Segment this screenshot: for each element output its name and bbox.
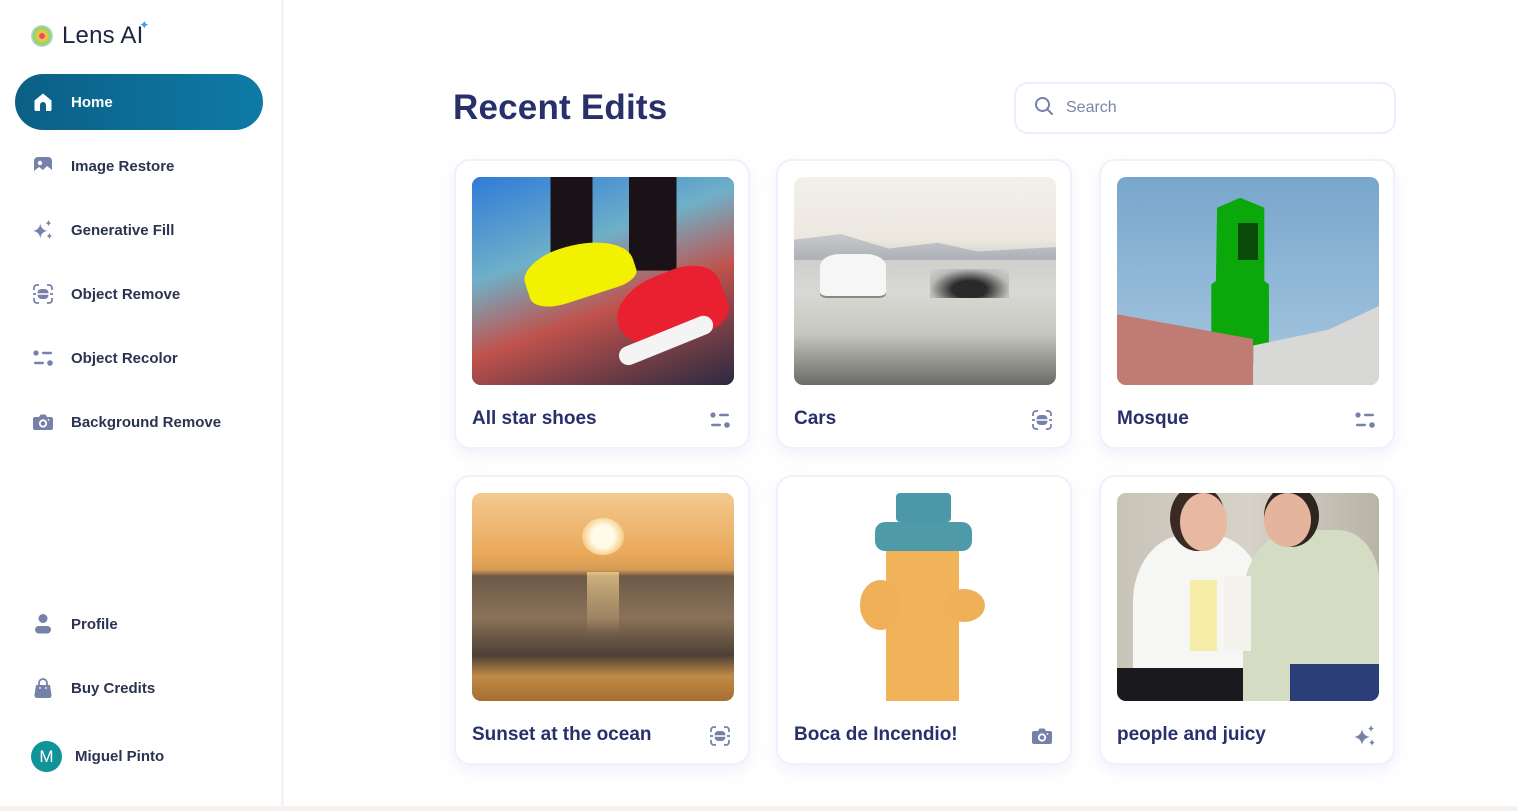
sidebar-item-label: Profile — [71, 615, 118, 633]
user-account[interactable]: M Miguel Pinto — [31, 741, 164, 772]
page-title: Recent Edits — [453, 88, 668, 127]
image-icon — [32, 155, 54, 177]
user-icon — [32, 613, 54, 635]
card-thumbnail — [472, 493, 734, 701]
app-name: Lens AI — [62, 22, 144, 49]
search-icon — [1034, 96, 1054, 121]
app-window: Lens AI ✦ Home Image Restore Generative … — [0, 0, 1517, 806]
sparkles-icon — [32, 219, 54, 241]
lens-flower-icon — [31, 25, 53, 47]
sidebar-item-label: Image Restore — [71, 157, 175, 175]
sidebar-item-label: Home — [71, 93, 113, 111]
sidebar-item-object-remove[interactable]: Object Remove — [15, 266, 263, 322]
edit-card[interactable]: Sunset at the ocean — [454, 475, 750, 765]
sidebar-item-label: Object Recolor — [71, 349, 178, 367]
sidebar: Lens AI ✦ Home Image Restore Generative … — [0, 0, 284, 806]
sliders-icon — [32, 347, 54, 369]
home-icon — [32, 91, 54, 113]
sparkles-icon — [1353, 724, 1377, 748]
card-title: Boca de Incendio! — [794, 724, 958, 745]
sidebar-item-generative-fill[interactable]: Generative Fill — [15, 202, 263, 258]
user-name: Miguel Pinto — [75, 748, 165, 765]
card-title: Mosque — [1117, 408, 1189, 429]
sidebar-item-label: Generative Fill — [71, 221, 175, 239]
card-thumbnail — [472, 177, 734, 385]
sidebar-item-home[interactable]: Home — [15, 74, 263, 130]
search-input[interactable] — [1066, 99, 1366, 117]
scan-object-icon — [708, 724, 732, 748]
camera-icon — [32, 411, 54, 433]
card-thumbnail — [1117, 493, 1379, 701]
search-box[interactable] — [1014, 82, 1396, 134]
shopping-bag-icon — [32, 677, 54, 699]
card-thumbnail — [1117, 177, 1379, 385]
sidebar-item-label: Background Remove — [71, 413, 222, 431]
card-title: Cars — [794, 408, 837, 429]
card-title: Sunset at the ocean — [472, 724, 652, 745]
app-logo[interactable]: Lens AI ✦ — [31, 18, 149, 50]
card-thumbnail — [794, 177, 1056, 385]
sidebar-item-label: Object Remove — [71, 285, 181, 303]
edit-card[interactable]: people and juicy — [1099, 475, 1395, 765]
sparkle-star-icon: ✦ — [139, 18, 150, 32]
card-title: All star shoes — [472, 408, 597, 429]
sidebar-item-label: Buy Credits — [71, 679, 156, 697]
avatar: M — [31, 741, 62, 772]
camera-icon — [1030, 724, 1054, 748]
sidebar-item-object-recolor[interactable]: Object Recolor — [15, 330, 263, 386]
sidebar-item-background-remove[interactable]: Background Remove — [15, 394, 263, 450]
sidebar-item-buy-credits[interactable]: Buy Credits — [15, 660, 263, 716]
card-thumbnail — [794, 493, 1056, 701]
sidebar-item-image-restore[interactable]: Image Restore — [15, 138, 263, 194]
edit-card[interactable]: Mosque — [1099, 159, 1395, 449]
scan-object-icon — [32, 283, 54, 305]
sidebar-item-profile[interactable]: Profile — [15, 596, 263, 652]
card-title: people and juicy — [1117, 724, 1266, 745]
sliders-icon — [708, 408, 732, 432]
edit-card[interactable]: Boca de Incendio! — [776, 475, 1072, 765]
edit-card[interactable]: All star shoes — [454, 159, 750, 449]
scan-object-icon — [1030, 408, 1054, 432]
sliders-icon — [1353, 408, 1377, 432]
edit-card[interactable]: Cars — [776, 159, 1072, 449]
